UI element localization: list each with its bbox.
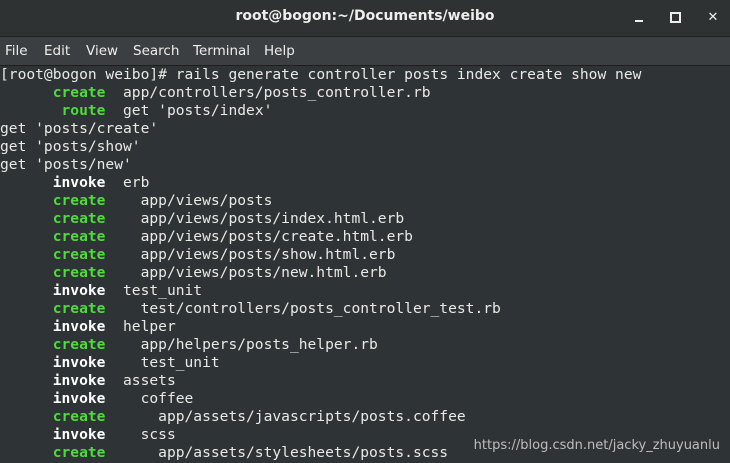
generator-verb: create [52,408,106,425]
terminal-window: root@bogon:~/Documents/weibo ✕ File Edit… [0,0,730,463]
terminal-line: create app/views/posts/index.html.erb [0,210,404,228]
menu-bar: File Edit View Search Terminal Help [0,37,730,66]
terminal-line: invoke coffee [0,390,194,408]
close-icon[interactable]: ✕ [702,6,724,28]
generator-path: erb [105,174,150,191]
generator-verb: invoke [52,426,106,443]
menu-terminal[interactable]: Terminal [193,43,250,59]
line-text: get 'posts/create' [0,120,159,137]
generator-verb: create [52,192,106,209]
line-text: get 'posts/show' [0,138,141,155]
generator-verb: create [52,264,106,281]
line-text: get 'posts/new' [0,156,132,173]
terminal-line: create app/views/posts/show.html.erb [0,246,396,264]
generator-path: app/views/posts/create.html.erb [105,228,413,245]
menu-view[interactable]: View [86,43,118,59]
generator-path: app/helpers/posts_helper.rb [105,336,378,353]
generator-path: test/controllers/posts_controller_test.r… [105,300,501,317]
menu-help[interactable]: Help [264,43,295,59]
generator-verb: create [52,336,106,353]
shell-prompt: [root@bogon weibo]# [0,66,176,83]
generator-path: scss [105,426,176,443]
generator-path: app/views/posts/new.html.erb [105,264,387,281]
terminal-line: invoke test_unit [0,282,202,300]
terminal-line: create app/controllers/posts_controller.… [0,84,431,102]
terminal-output[interactable]: [root@bogon weibo]# rails generate contr… [0,66,730,463]
generator-verb: create [52,246,106,263]
window-title: root@bogon:~/Documents/weibo [235,8,495,24]
terminal-line: get 'posts/create' [0,120,158,138]
generator-verb: invoke [52,174,106,191]
watermark-text: https://blog.csdn.net/jacky_zhuyuanlu [473,438,720,453]
generator-path: test_unit [105,282,203,299]
terminal-line: invoke test_unit [0,354,220,372]
menu-edit[interactable]: Edit [44,43,70,59]
terminal-line: invoke assets [0,372,176,390]
generator-verb: invoke [52,354,106,371]
generator-path: helper [105,318,176,335]
generator-path: coffee [105,390,194,407]
maximize-icon[interactable] [664,6,686,28]
generator-path: get 'posts/index' [105,102,273,119]
title-bar[interactable]: root@bogon:~/Documents/weibo ✕ [0,0,730,37]
generator-path: app/views/posts [105,192,273,209]
generator-path: app/controllers/posts_controller.rb [105,84,431,101]
terminal-line: invoke scss [0,426,176,444]
generator-path: assets [105,372,176,389]
terminal-line: create app/views/posts/new.html.erb [0,264,387,282]
generator-verb: create [52,84,106,101]
generator-path: app/assets/javascripts/posts.coffee [105,408,466,425]
menu-file[interactable]: File [5,43,28,59]
terminal-line: invoke helper [0,318,176,336]
terminal-line: route get 'posts/index' [0,102,273,120]
command-line: [root@bogon weibo]# rails generate contr… [0,66,641,84]
generator-verb: invoke [52,318,106,335]
generator-path: app/views/posts/show.html.erb [105,246,396,263]
terminal-line: get 'posts/new' [0,156,132,174]
terminal-line: create app/views/posts/create.html.erb [0,228,413,246]
terminal-line: create app/assets/javascripts/posts.coff… [0,408,466,426]
generator-verb: invoke [52,372,106,389]
terminal-line: invoke erb [0,174,150,192]
generator-verb: create [52,228,106,245]
terminal-line: create app/assets/stylesheets/posts.scss [0,444,448,462]
generator-verb: invoke [52,282,106,299]
generator-verb: create [52,444,106,461]
generator-path: test_unit [105,354,220,371]
generator-path: app/assets/stylesheets/posts.scss [105,444,449,461]
generator-verb: create [52,210,106,227]
generator-verb: invoke [52,390,106,407]
terminal-line: create app/helpers/posts_helper.rb [0,336,378,354]
terminal-line: get 'posts/show' [0,138,141,156]
terminal-line: create test/controllers/posts_controller… [0,300,501,318]
generator-verb: create [52,300,106,317]
generator-verb: route [61,102,106,119]
terminal-line: create app/views/posts [0,192,273,210]
generator-path: app/views/posts/index.html.erb [105,210,405,227]
menu-search[interactable]: Search [133,43,179,59]
minimize-icon[interactable] [628,6,650,28]
command-text: rails generate controller posts index cr… [175,66,642,83]
